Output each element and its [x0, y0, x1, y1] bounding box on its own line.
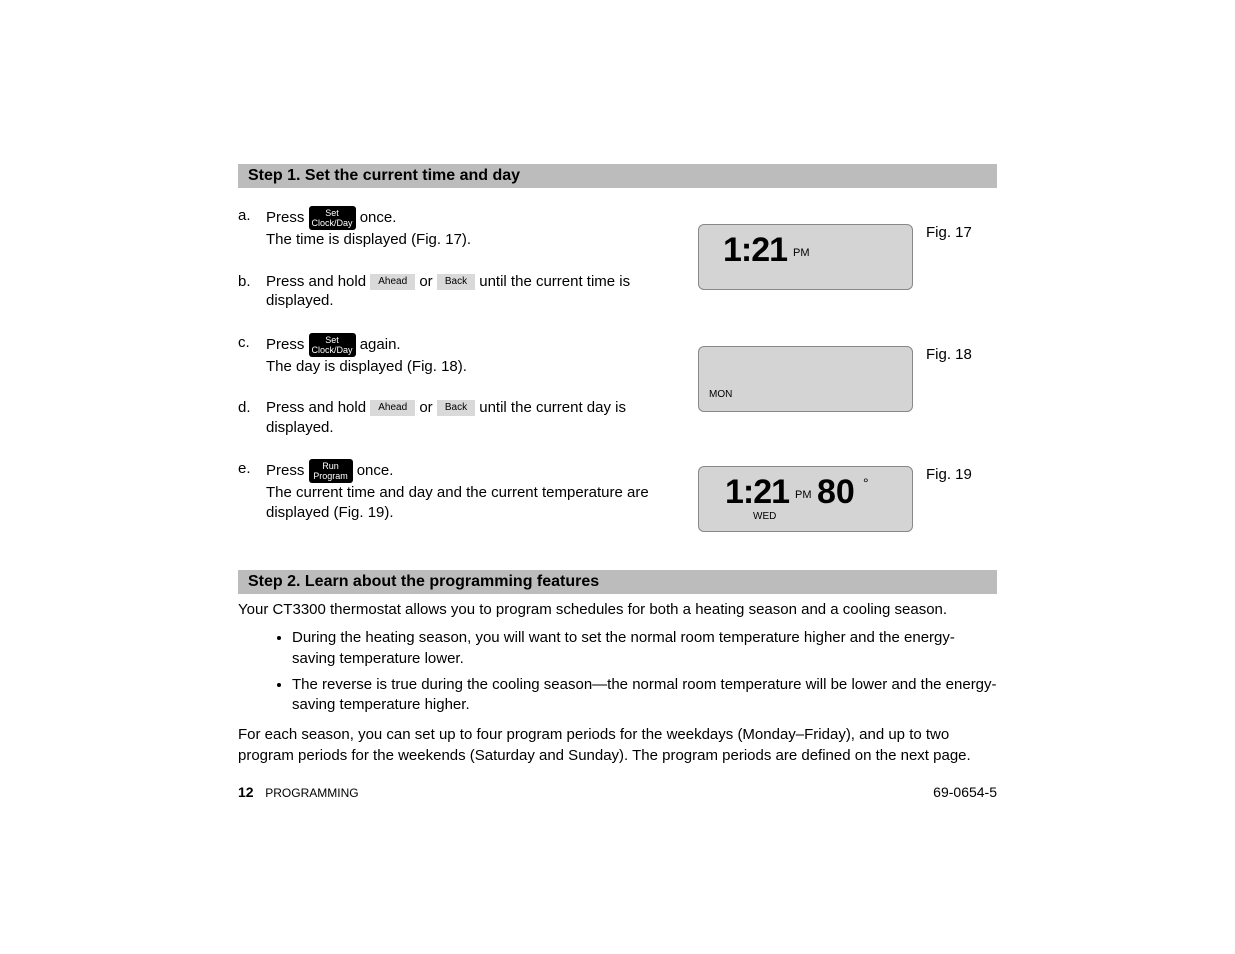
lcd-time: 1:21	[723, 231, 787, 270]
page-footer: 12 PROGRAMMING 69-0654-5	[238, 784, 997, 800]
lcd-time: 1:21	[725, 473, 789, 512]
button-line1: Set	[325, 335, 339, 345]
lcd-day: MON	[709, 389, 732, 400]
text: Press and hold	[266, 399, 370, 416]
button-line2: Program	[313, 471, 348, 481]
step2-bullet-1: During the heating season, you will want…	[292, 628, 997, 669]
lcd-fig17: 1:21 PM	[698, 224, 913, 290]
step2-p2: For each season, you can set up to four …	[238, 725, 997, 766]
button-line2: Clock/Day	[312, 218, 353, 228]
set-clock-day-button-icon: Set Clock/Day	[309, 206, 356, 230]
instruction-letter: a.	[238, 206, 266, 250]
button-line2: Clock/Day	[312, 345, 353, 355]
footer-section: PROGRAMMING	[265, 786, 358, 800]
instruction-a: a. Press Set Clock/Day once. The time is…	[238, 206, 683, 250]
text: Press	[266, 209, 309, 226]
step1-header: Step 1. Set the current time and day	[238, 164, 997, 188]
text: Press	[266, 462, 309, 479]
instruction-letter: c.	[238, 333, 266, 377]
instruction-body: Press Set Clock/Day once. The time is di…	[266, 206, 683, 250]
text: once.	[357, 462, 394, 479]
step2-header: Step 2. Learn about the programming feat…	[238, 570, 997, 594]
page: Step 1. Set the current time and day a. …	[0, 0, 1235, 954]
ahead-button-icon: Ahead	[370, 274, 415, 290]
back-button-icon: Back	[437, 400, 475, 416]
text: again.	[360, 335, 401, 352]
lcd-fig18: MON	[698, 346, 913, 412]
lcd-day: WED	[753, 511, 776, 522]
instruction-body: Press Set Clock/Day again. The day is di…	[266, 333, 683, 377]
step2-list: During the heating season, you will want…	[238, 628, 997, 715]
lcd-fig19: 1:21 PM 80 ° WED	[698, 466, 913, 532]
instruction-d: d. Press and hold Ahead or Back until th…	[238, 398, 683, 437]
figure-label-17: Fig. 17	[926, 224, 972, 241]
step2-bullet-2: The reverse is true during the cooling s…	[292, 675, 997, 716]
instruction-b: b. Press and hold Ahead or Back until th…	[238, 272, 683, 311]
text: The current time and day and the current…	[266, 484, 649, 521]
text: The day is displayed (Fig. 18).	[266, 358, 467, 375]
text: or	[419, 273, 437, 290]
set-clock-day-button-icon: Set Clock/Day	[309, 333, 356, 357]
run-program-button-icon: Run Program	[309, 459, 353, 483]
instruction-body: Press Run Program once. The current time…	[266, 459, 683, 522]
lcd-pm: PM	[795, 489, 812, 501]
footer-left: 12 PROGRAMMING	[238, 784, 359, 800]
step2-body: Your CT3300 thermostat allows you to pro…	[238, 600, 997, 766]
degree-icon: °	[863, 475, 869, 491]
instruction-letter: e.	[238, 459, 266, 522]
step2-p1: Your CT3300 thermostat allows you to pro…	[238, 600, 997, 620]
lcd-pm: PM	[793, 247, 810, 259]
step1-area: a. Press Set Clock/Day once. The time is…	[238, 206, 997, 566]
instruction-letter: d.	[238, 398, 266, 437]
instruction-c: c. Press Set Clock/Day again. The day is…	[238, 333, 683, 377]
text: Press	[266, 335, 309, 352]
footer-docnum: 69-0654-5	[933, 784, 997, 800]
instruction-e: e. Press Run Program once. The current t…	[238, 459, 683, 522]
instruction-body: Press and hold Ahead or Back until the c…	[266, 398, 683, 437]
text: or	[419, 399, 437, 416]
text: Press and hold	[266, 273, 370, 290]
button-line1: Run	[322, 461, 339, 471]
instruction-body: Press and hold Ahead or Back until the c…	[266, 272, 683, 311]
step1-instructions: a. Press Set Clock/Day once. The time is…	[238, 206, 683, 522]
back-button-icon: Back	[437, 274, 475, 290]
instruction-letter: b.	[238, 272, 266, 311]
ahead-button-icon: Ahead	[370, 400, 415, 416]
text: The time is displayed (Fig. 17).	[266, 231, 471, 248]
button-line1: Set	[325, 208, 339, 218]
text: once.	[360, 209, 397, 226]
figure-label-19: Fig. 19	[926, 466, 972, 483]
figure-label-18: Fig. 18	[926, 346, 972, 363]
lcd-temp: 80	[817, 473, 855, 512]
page-number: 12	[238, 784, 254, 800]
